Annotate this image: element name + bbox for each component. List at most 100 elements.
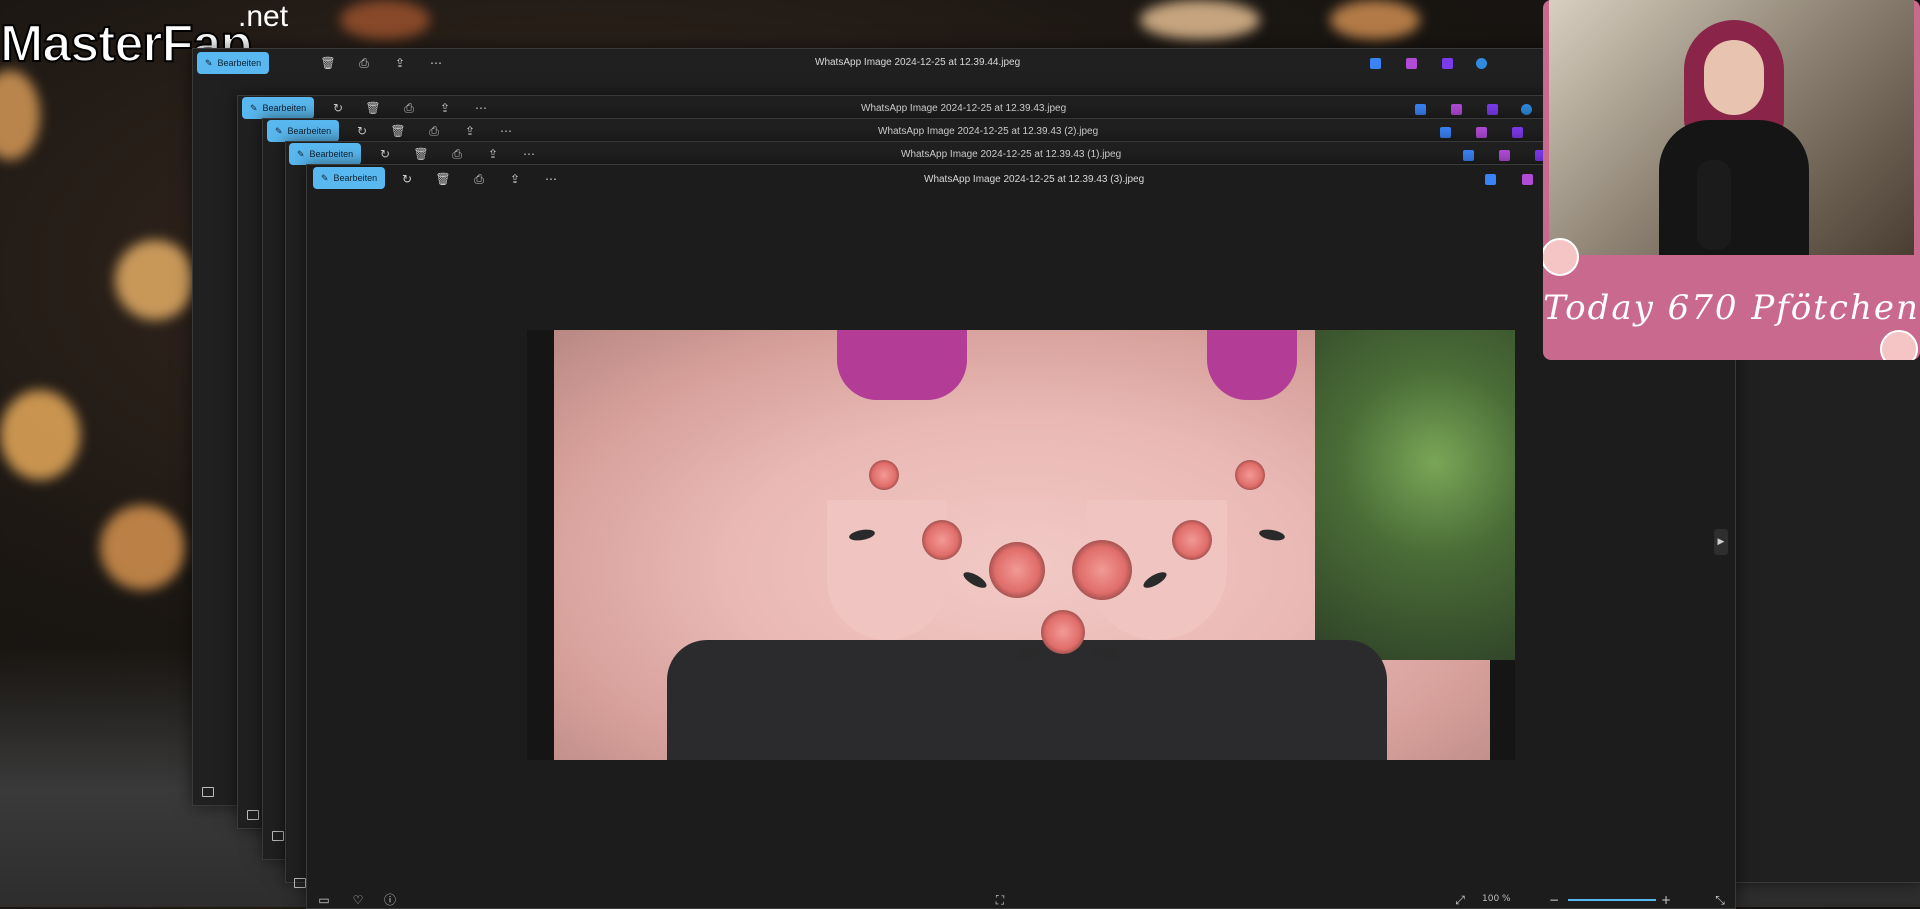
- streamer-figure: [1659, 20, 1809, 255]
- share-icon[interactable]: ⇪: [485, 146, 501, 162]
- tattoo-rose: [869, 460, 899, 490]
- edit-button[interactable]: ✎ Bearbeiten: [197, 52, 270, 74]
- tattoo-rose: [989, 542, 1045, 598]
- zoom-out-icon[interactable]: −: [1546, 892, 1562, 908]
- webcam-video: [1549, 0, 1914, 255]
- bokeh-light: [0, 390, 80, 480]
- filmstrip-icon[interactable]: ▭: [316, 892, 332, 908]
- delete-icon[interactable]: 🗑: [320, 55, 336, 71]
- more-icon[interactable]: ⋯: [428, 55, 444, 71]
- rotate-icon[interactable]: ↻: [330, 100, 346, 116]
- window-title: WhatsApp Image 2024-12-25 at 12.39.43 (1…: [901, 149, 1122, 160]
- rotate-icon[interactable]: ↻: [377, 146, 393, 162]
- bokeh-light: [0, 70, 40, 160]
- streamer-sweater: [1659, 120, 1809, 255]
- edit-button-label: Bearbeiten: [287, 126, 332, 136]
- edit-icon: ✎: [321, 172, 329, 183]
- filmstrip-icon[interactable]: [294, 878, 306, 888]
- clipchamp-icon[interactable]: [1499, 150, 1510, 161]
- edit-app-icon[interactable]: [1370, 58, 1381, 69]
- delete-icon[interactable]: 🗑: [390, 123, 406, 139]
- tattoo-rose: [1072, 540, 1132, 600]
- filmstrip-icon[interactable]: [272, 831, 284, 841]
- tattoo-photo: [527, 330, 1515, 760]
- more-icon[interactable]: ⋯: [498, 123, 514, 139]
- edit-app-icon[interactable]: [1440, 127, 1451, 138]
- edit-button-label: Bearbeiten: [217, 58, 262, 68]
- edit-icon: ✎: [250, 102, 258, 113]
- delete-icon[interactable]: 🗑: [365, 100, 381, 116]
- print-icon[interactable]: ⎙: [471, 171, 487, 187]
- edit-button-label: Bearbeiten: [333, 173, 378, 183]
- bokeh-light: [115, 240, 195, 320]
- window-title: WhatsApp Image 2024-12-25 at 12.39.43 (3…: [924, 174, 1145, 185]
- streamer-face: [1704, 40, 1764, 115]
- edit-app-icon[interactable]: [1485, 174, 1496, 185]
- edit-button[interactable]: ✎ Bearbeiten: [289, 143, 362, 165]
- print-icon[interactable]: ⎙: [449, 146, 465, 162]
- share-icon[interactable]: ⇪: [392, 55, 408, 71]
- bokeh-light: [100, 505, 185, 590]
- edit-button-label: Bearbeiten: [309, 149, 354, 159]
- rotate-icon[interactable]: ↻: [354, 123, 370, 139]
- favorite-icon[interactable]: ♡: [350, 892, 366, 908]
- edit-button[interactable]: ✎ Bearbeiten: [267, 120, 340, 142]
- zoom-fit-icon[interactable]: ⤢: [1452, 892, 1468, 908]
- window-title: WhatsApp Image 2024-12-25 at 12.39.44.jp…: [815, 57, 1021, 68]
- zoom-in-icon[interactable]: +: [1658, 892, 1674, 908]
- onedrive-icon[interactable]: [1476, 58, 1487, 69]
- print-icon[interactable]: ⎙: [426, 123, 442, 139]
- print-icon[interactable]: ⎙: [401, 100, 417, 116]
- more-icon[interactable]: ⋯: [473, 100, 489, 116]
- photo-hair-left: [837, 330, 967, 400]
- print-icon[interactable]: ⎙: [356, 55, 372, 71]
- banner-text: Today 670 Pfötchen: [1543, 287, 1920, 328]
- photos-icon[interactable]: [1442, 58, 1453, 69]
- fit-screen-icon[interactable]: ⛶: [992, 892, 1008, 908]
- delete-icon[interactable]: 🗑: [413, 146, 429, 162]
- bokeh-light: [340, 0, 430, 40]
- more-icon[interactable]: ⋯: [543, 171, 559, 187]
- clipchamp-icon[interactable]: [1522, 174, 1533, 185]
- share-icon[interactable]: ⇪: [507, 171, 523, 187]
- zoom-level[interactable]: 100 %: [1482, 894, 1511, 904]
- share-icon[interactable]: ⇪: [437, 100, 453, 116]
- photo-plant: [1315, 330, 1515, 660]
- share-icon[interactable]: ⇪: [462, 123, 478, 139]
- window-title: WhatsApp Image 2024-12-25 at 12.39.43.jp…: [861, 103, 1067, 114]
- tattoo-rose: [922, 520, 962, 560]
- clipchamp-icon[interactable]: [1451, 104, 1462, 115]
- rotate-icon[interactable]: ↻: [399, 171, 415, 187]
- filmstrip-icon[interactable]: [247, 810, 259, 820]
- status-bar: ▭ ♡ ⓘ ⛶ ⤢ 100 % − + ⤡: [306, 892, 1734, 908]
- clipchamp-icon[interactable]: [1476, 127, 1487, 138]
- bokeh-light: [1140, 0, 1260, 40]
- edit-button[interactable]: ✎ Bearbeiten: [313, 167, 386, 189]
- microphone: [1697, 160, 1731, 250]
- filmstrip-icon[interactable]: [202, 787, 214, 797]
- webcam-overlay: Today 670 Pfötchen: [1543, 0, 1920, 360]
- window-title: WhatsApp Image 2024-12-25 at 12.39.43 (2…: [878, 126, 1099, 137]
- edit-button-label: Bearbeiten: [262, 103, 307, 113]
- onedrive-icon[interactable]: [1521, 104, 1532, 115]
- edit-app-icon[interactable]: [1463, 150, 1474, 161]
- photos-icon[interactable]: [1512, 127, 1523, 138]
- more-icon[interactable]: ⋯: [521, 146, 537, 162]
- photo-bra-cup: [827, 500, 947, 640]
- photos-icon[interactable]: [1487, 104, 1498, 115]
- edit-icon: ✎: [297, 148, 305, 159]
- info-icon[interactable]: ⓘ: [382, 892, 398, 908]
- tattoo-rose: [1172, 520, 1212, 560]
- edit-icon: ✎: [205, 57, 213, 68]
- fullscreen-icon[interactable]: ⤡: [1712, 892, 1728, 908]
- next-image-icon[interactable]: ▶: [1714, 529, 1728, 555]
- tattoo-rose: [1235, 460, 1265, 490]
- clipchamp-icon[interactable]: [1406, 58, 1417, 69]
- bokeh-light: [1330, 0, 1420, 40]
- edit-button[interactable]: ✎ Bearbeiten: [242, 97, 315, 119]
- edit-app-icon[interactable]: [1415, 104, 1426, 115]
- zoom-slider[interactable]: [1568, 899, 1656, 901]
- edit-icon: ✎: [275, 125, 283, 136]
- delete-icon[interactable]: 🗑: [435, 171, 451, 187]
- tattoo-rose: [1041, 610, 1085, 654]
